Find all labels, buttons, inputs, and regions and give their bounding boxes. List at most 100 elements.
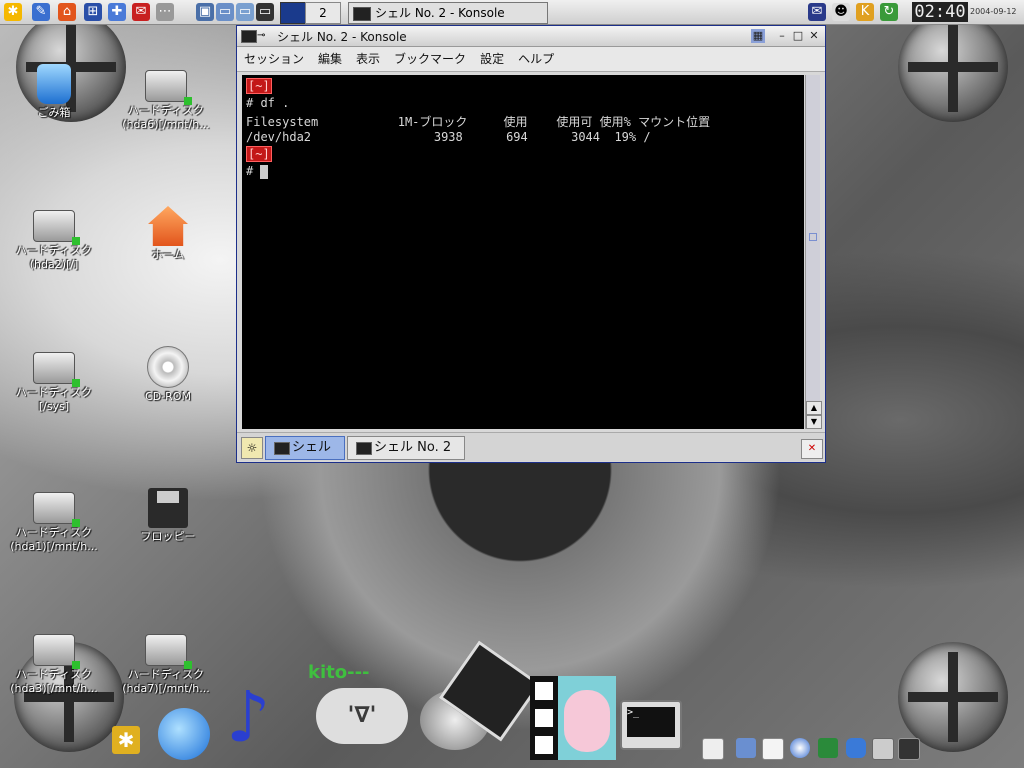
tab-shell[interactable]: シェル [265, 436, 345, 460]
editor-icon[interactable]: ✎ [32, 3, 50, 21]
desktop-icon-sublabel: (hda7)[/mnt/h... [122, 682, 210, 695]
tab-shell-2[interactable]: シェル No. 2 [347, 436, 465, 460]
terminal-scrollbar[interactable]: ▲ ▼ [805, 75, 822, 429]
trash-icon [37, 64, 71, 104]
close-session-icon[interactable]: ✕ [801, 439, 823, 459]
menubar: セッション 編集 表示 ブックマーク 設定 ヘルプ [237, 47, 825, 72]
desktop-icon-trash[interactable]: ごみ箱 [4, 64, 104, 120]
tools-icon[interactable]: ✚ [108, 3, 126, 21]
desktop-icon-home[interactable]: ホーム [118, 206, 218, 262]
terminal-line: /dev/hda2 3938 694 3044 19% / [246, 130, 651, 144]
tray-compass-icon[interactable] [790, 738, 810, 758]
tray-note-icon[interactable] [762, 738, 784, 760]
terminal-area[interactable]: [~] # df . Filesystem 1M-ブロック 使用 使用可 使用%… [242, 75, 804, 429]
tray-database-icon[interactable] [846, 738, 866, 758]
konsole-icon [274, 442, 290, 455]
desktop-number[interactable]: 2 [305, 2, 341, 24]
network-icon[interactable]: ⊞ [84, 3, 102, 21]
home-icon [148, 206, 188, 246]
konsole-icon [353, 6, 371, 21]
dock-kito-icon[interactable]: kito--- '∇' [308, 662, 418, 752]
dock-browser-icon[interactable] [158, 708, 210, 760]
desktop-icon-label: ハードディスク [15, 244, 93, 257]
home-icon[interactable]: ⌂ [58, 3, 76, 21]
tab-label: シェル No. 2 [374, 440, 452, 455]
harddisk-icon [33, 492, 80, 527]
desktop-pager[interactable] [280, 2, 306, 24]
misc-icon[interactable]: ⋯ [156, 3, 174, 21]
kde-menu-icon[interactable]: ✱ [4, 3, 22, 21]
dock-terminal-icon[interactable]: >_ [620, 700, 682, 750]
menu-edit[interactable]: 編集 [311, 47, 349, 71]
desktop-icon-label: ホーム [151, 248, 185, 261]
window-titlebar[interactable]: ⊸ シェル No. 2 - Konsole ▦ – □ ✕ [237, 26, 825, 47]
window-title: シェル No. 2 - Konsole [277, 30, 407, 44]
sticky-icon[interactable]: ⊸ [257, 30, 265, 41]
tray-document-icon[interactable] [702, 738, 724, 760]
tray-network-icon[interactable] [818, 738, 838, 758]
desktop-icon-hda1[interactable]: ハードディスク (hda1)[/mnt/h... [4, 486, 104, 554]
desktop-icon-sublabel: (hda3)[/mnt/h... [10, 682, 98, 695]
tab-label: シェル [292, 440, 332, 455]
dock-kde-icon[interactable]: ✱ [112, 726, 140, 754]
harddisk-icon [33, 210, 80, 245]
window-help-icon[interactable]: ▦ [751, 29, 765, 43]
window-app-icon[interactable] [241, 30, 257, 43]
terminal-icon[interactable]: ▭ [256, 3, 274, 21]
screw-decoration-br [898, 642, 1008, 752]
harddisk-icon [33, 634, 80, 669]
terminal-line: # df . [246, 96, 290, 110]
tray-k-icon[interactable]: K [856, 3, 874, 21]
menu-bookmarks[interactable]: ブックマーク [387, 47, 473, 71]
date-label: 2004-09-12 [970, 7, 1017, 16]
desktop-icon-cdrom[interactable]: CD-ROM [118, 346, 218, 404]
top-panel: ✱ ✎ ⌂ ⊞ ✚ ✉ ⋯ ▣ ▭ ▭ ▭ 2 シェル No. 2 - Kons… [0, 0, 1024, 25]
terminal-cursor [260, 164, 269, 179]
scroll-down-icon[interactable]: ▼ [806, 415, 822, 429]
harddisk-icon [145, 70, 192, 105]
konsole-window: ⊸ シェル No. 2 - Konsole ▦ – □ ✕ セッション 編集 表示ブ… [236, 25, 826, 463]
desktop-icon-label: ハードディスク [15, 386, 93, 399]
window-minimize-button[interactable]: – [775, 29, 789, 43]
scroll-up-icon[interactable]: ▲ [806, 401, 822, 415]
new-session-icon[interactable]: ☼ [241, 437, 263, 459]
window-close-button[interactable]: ✕ [807, 29, 821, 43]
screen-icon[interactable]: ▭ [236, 3, 254, 21]
clock[interactable]: 02:40 [912, 2, 968, 22]
desktop-switch-icon[interactable]: ▣ [196, 3, 214, 21]
tray-mail-icon[interactable]: ✉ [808, 3, 826, 21]
desktop-icon-floppy[interactable]: フロッピー [118, 488, 218, 544]
terminal-screen: >_ [627, 707, 675, 737]
floppy-icon [148, 488, 188, 528]
window-maximize-button[interactable]: □ [791, 29, 805, 43]
tray-display-icon[interactable] [898, 738, 920, 760]
menu-view[interactable]: 表示 [349, 47, 387, 71]
desktop-icon-hda3[interactable]: ハードディスク (hda3)[/mnt/h... [4, 628, 104, 696]
desktop-icon-label: ごみ箱 [37, 106, 71, 119]
dock-music-icon[interactable]: ♪ [226, 680, 300, 754]
dock-hippo-icon[interactable] [558, 676, 616, 760]
desktop-icon-hda2[interactable]: ハードディスク (hda2)[/] [4, 204, 104, 272]
dock-filmstrip-icon[interactable] [530, 676, 558, 760]
tray-printer-icon[interactable] [872, 738, 894, 760]
menu-settings[interactable]: 設定 [473, 47, 511, 71]
tray-updater-icon[interactable]: ↻ [880, 3, 898, 21]
terminal-line: # [246, 164, 269, 179]
mail-icon[interactable]: ✉ [132, 3, 150, 21]
prompt-marker: [~] [246, 146, 272, 162]
tray-penguin-icon[interactable]: ☻ [832, 3, 850, 21]
taskbar-button-konsole[interactable]: シェル No. 2 - Konsole [348, 2, 548, 24]
terminal-line: Filesystem 1M-ブロック 使用 使用可 使用% マウント位置 [246, 115, 711, 129]
desktop-icon-sys[interactable]: ハードディスク [/sys] [4, 346, 104, 414]
desktop-icon-hda6[interactable]: ハードディスク (hda6)[/mnt/h... [116, 64, 216, 132]
menu-help[interactable]: ヘルプ [511, 47, 561, 71]
tray-tools-icon[interactable] [736, 738, 756, 758]
desktop-icon-hda7[interactable]: ハードディスク (hda7)[/mnt/h... [116, 628, 216, 696]
desktop-icon-sublabel: (hda1)[/mnt/h... [10, 540, 98, 553]
scrollbar-thumb[interactable] [809, 233, 817, 241]
menu-session[interactable]: セッション [237, 47, 311, 71]
prompt-marker: [~] [246, 78, 272, 94]
monitor-icon[interactable]: ▭ [216, 3, 234, 21]
harddisk-icon [145, 634, 192, 669]
cdrom-icon [147, 346, 189, 388]
